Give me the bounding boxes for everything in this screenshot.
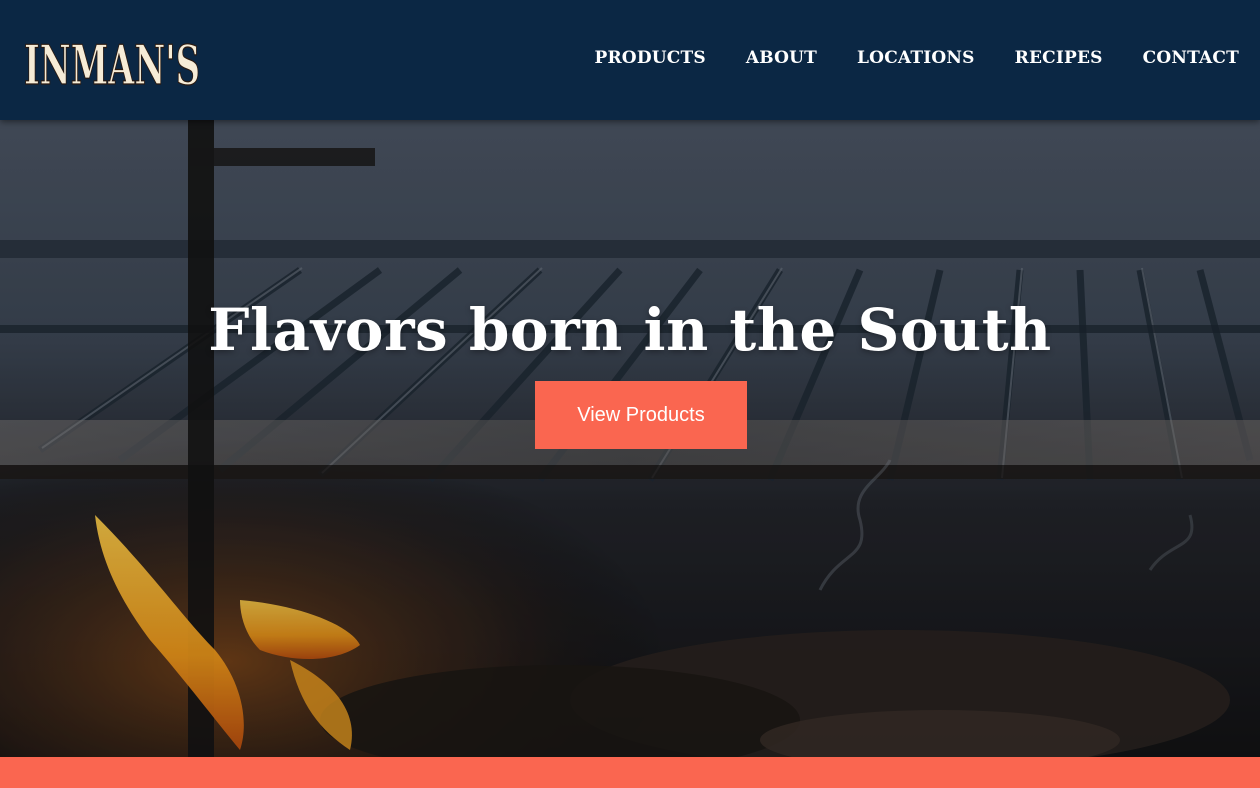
main-nav: PRODUCTS ABOUT LOCATIONS RECIPES CONTACT bbox=[595, 48, 1240, 68]
nav-item-locations[interactable]: LOCATIONS bbox=[857, 48, 975, 68]
hero-title: Flavors born in the South bbox=[208, 296, 1052, 364]
site-header: INMAN'S PRODUCTS ABOUT LOCATIONS RECIPES… bbox=[0, 0, 1260, 120]
nav-item-products[interactable]: PRODUCTS bbox=[595, 48, 706, 68]
nav-item-contact[interactable]: CONTACT bbox=[1143, 48, 1239, 68]
nav-item-about[interactable]: ABOUT bbox=[746, 48, 817, 68]
brand-logo[interactable]: INMAN'S bbox=[22, 22, 204, 96]
hero-section: Flavors born in the South View Products bbox=[0, 120, 1260, 757]
accent-band bbox=[0, 757, 1260, 788]
logo-wordmark-icon: INMAN'S bbox=[23, 32, 200, 96]
view-products-button[interactable]: View Products bbox=[535, 381, 747, 449]
svg-text:INMAN'S: INMAN'S bbox=[24, 33, 200, 96]
page: INMAN'S PRODUCTS ABOUT LOCATIONS RECIPES… bbox=[0, 0, 1260, 788]
nav-item-recipes[interactable]: RECIPES bbox=[1015, 48, 1103, 68]
